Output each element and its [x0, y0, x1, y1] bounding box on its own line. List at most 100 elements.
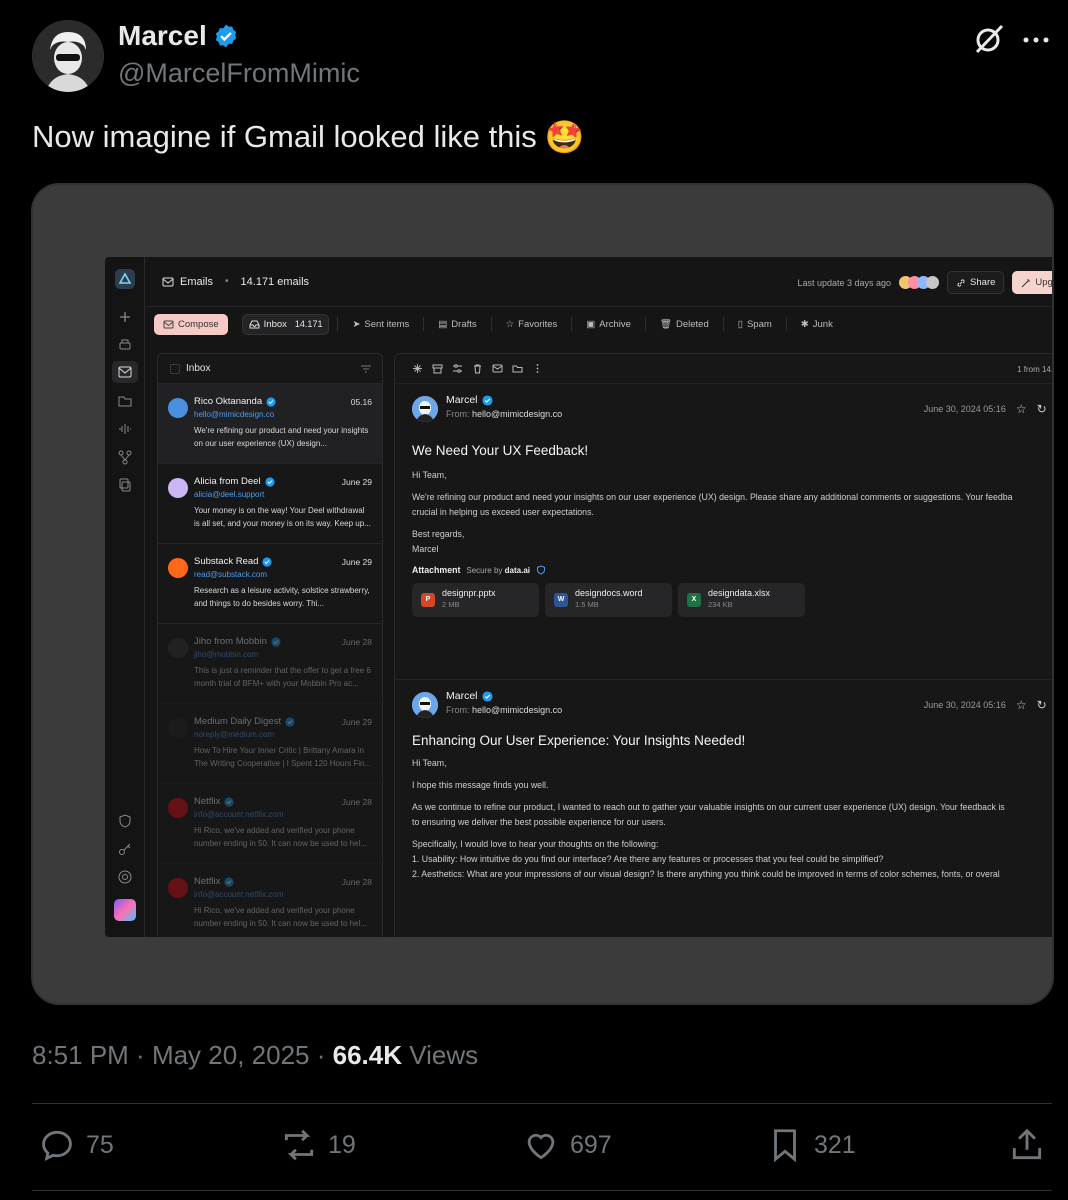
tab-deleted[interactable]: 🗑︎ Deleted [654, 315, 715, 334]
bookmark-button[interactable]: 321 [766, 1126, 856, 1164]
reply-icon[interactable]: ↻ [1037, 698, 1047, 712]
star-icon: ☆ [505, 318, 515, 330]
attachment-name: designdocs.word [575, 588, 643, 598]
upgrade-button[interactable]: Upgr [1012, 271, 1052, 294]
tab-sent[interactable]: ➤ Sent items [346, 315, 415, 334]
attachment-size: 2 MB [442, 600, 460, 609]
message-subject: Enhancing Our User Experience: Your Insi… [412, 733, 746, 748]
more-vertical-icon[interactable] [532, 363, 543, 374]
tweet-media[interactable]: Emails • 14.171 emails Last update 3 day… [31, 183, 1054, 1005]
message-subject: We Need Your UX Feedback! [412, 443, 589, 458]
trash-icon: 🗑︎ [659, 318, 672, 330]
archive-icon[interactable] [432, 363, 443, 374]
copy-icon[interactable] [117, 477, 133, 493]
settings-sliders-icon[interactable] [452, 363, 463, 374]
mail-list-item[interactable]: Rico Oktananda 05.16 hello@mimicdesign.co W… [158, 384, 382, 464]
filter-icon[interactable] [360, 363, 372, 375]
tab-divider [785, 317, 787, 331]
body-line [412, 771, 1052, 778]
reply-icon [42, 1130, 72, 1162]
mail-list-item[interactable]: Netflix June 28 info@account.netflix.com Hi… [158, 784, 382, 864]
reply-icon[interactable]: ↻ [1037, 402, 1047, 416]
author-name[interactable]: Marcel [118, 20, 239, 52]
mail-list-item[interactable]: Substack Read June 29 read@substack.com Res… [158, 544, 382, 624]
mail-address: info@account.netflix.com [194, 890, 284, 899]
shield-icon[interactable] [117, 813, 133, 829]
tab-junk[interactable]: ✱ Junk [795, 315, 839, 334]
magic-wand-icon [1022, 278, 1031, 287]
author-handle[interactable]: @MarcelFromMimic [118, 58, 360, 89]
folder-icon[interactable] [117, 393, 133, 409]
star-icon[interactable]: ☆ [1016, 402, 1027, 416]
body-line: As we continue to refine our product, I … [412, 802, 1005, 812]
printer-icon[interactable] [117, 337, 133, 353]
key-icon[interactable] [117, 841, 133, 857]
mail-list-header: Inbox [158, 354, 382, 384]
mail-list-item[interactable]: Alicia from Deel June 29 alicia@deel.suppo… [158, 464, 382, 544]
tab-favorites[interactable]: ☆ Favorites [500, 315, 564, 334]
sparkle-icon[interactable] [117, 309, 133, 325]
mail-list-item[interactable]: Jiho from Mobbin June 28 jiho@mobbin.com Th… [158, 624, 382, 704]
mail-list-item[interactable]: Netflix June 28 info@account.netflix.com Hi… [158, 864, 382, 937]
repost-button[interactable]: 19 [280, 1126, 356, 1164]
compose-button[interactable]: Compose [154, 313, 228, 335]
topbar-right: Last update 3 days ago Share Upgr [797, 271, 1052, 294]
body-line: Marcel [412, 544, 439, 554]
body-line: 1. Usability: How intuitive do you find … [412, 854, 884, 864]
title-separator: • [225, 276, 229, 287]
mark-unread-icon[interactable] [492, 363, 503, 374]
body-line: I hope this message finds you well. [412, 780, 549, 790]
app-title: Emails [180, 275, 214, 288]
attachment-name: designdata.xlsx [708, 588, 771, 598]
verified-badge-icon [271, 636, 281, 647]
tab-inbox[interactable]: Inbox 14.171 [241, 313, 330, 335]
mail-list-item[interactable]: Medium Daily Digest June 29 noreply@medium… [158, 704, 382, 784]
select-all-checkbox[interactable] [170, 364, 180, 374]
share-button[interactable]: Share [947, 271, 1005, 294]
tab-archive[interactable]: ▣ Archive [580, 315, 637, 334]
support-icon[interactable] [117, 869, 133, 885]
body-line: Hi Team, [412, 758, 447, 768]
mail-address: read@substack.com [194, 570, 268, 579]
ai-sparkle-icon[interactable] [412, 363, 423, 374]
verified-badge-icon [264, 476, 275, 487]
mail-snippet: Hi Rico, we've added and verified your p… [194, 826, 368, 848]
waveform-icon[interactable] [117, 421, 133, 437]
more-options-icon[interactable] [1020, 24, 1052, 56]
tab-drafts[interactable]: ▤ Drafts [432, 315, 482, 334]
author-avatar[interactable] [32, 20, 104, 92]
grok-icon[interactable] [972, 22, 1006, 56]
folder-icon[interactable] [512, 363, 523, 374]
body-line: Specifically, I would love to hear your … [412, 839, 659, 849]
mail-nav-active[interactable] [112, 361, 138, 383]
reply-button[interactable]: 75 [38, 1126, 114, 1164]
message-body: Hi Team, We're refining our product and n… [412, 468, 1052, 557]
tab-divider [571, 317, 573, 331]
mail-date: June 28 [341, 797, 372, 807]
mail-snippet: Your money is on the way! Your Deel with… [194, 506, 371, 528]
share-button[interactable] [1008, 1126, 1046, 1164]
body-line: Best regards, [412, 529, 465, 539]
star-struck-emoji-icon: 🤩 [544, 119, 585, 155]
attachment-chip[interactable]: Wdesigndocs.word 1.5 MB [545, 583, 672, 617]
like-button[interactable]: 697 [522, 1126, 612, 1164]
mail-icon [162, 277, 174, 286]
tweet-timestamp[interactable]: 8:51 PM · May 20, 2025 · 66.4K Views [32, 1040, 478, 1071]
mail-address: alicia@deel.support [194, 490, 265, 499]
star-icon[interactable]: ☆ [1016, 698, 1027, 712]
attachment-chip[interactable]: Xdesigndata.xlsx 234 KB [678, 583, 805, 617]
verified-badge-icon [481, 394, 493, 406]
attachment-chip[interactable]: Pdesignpr.pptx 2 MB [412, 583, 539, 617]
trash-icon[interactable] [472, 363, 483, 374]
user-avatar[interactable] [114, 899, 136, 921]
mail-snippet: This is just a reminder that the offer t… [194, 666, 371, 688]
repost-icon [284, 1129, 314, 1161]
app-sidebar-rail [105, 257, 145, 937]
tab-divider [490, 317, 492, 331]
mail-address: jiho@mobbin.com [194, 650, 259, 659]
reader-toolbar: 1 from 14.17 [395, 354, 1052, 384]
tab-spam[interactable]: ▯ Spam [732, 315, 778, 334]
branch-icon[interactable] [117, 449, 133, 465]
mail-reader: 1 from 14.17 Marcel From: hello@mimicdes… [394, 353, 1052, 937]
body-line: crucial in helping us exceed user expect… [412, 507, 594, 517]
